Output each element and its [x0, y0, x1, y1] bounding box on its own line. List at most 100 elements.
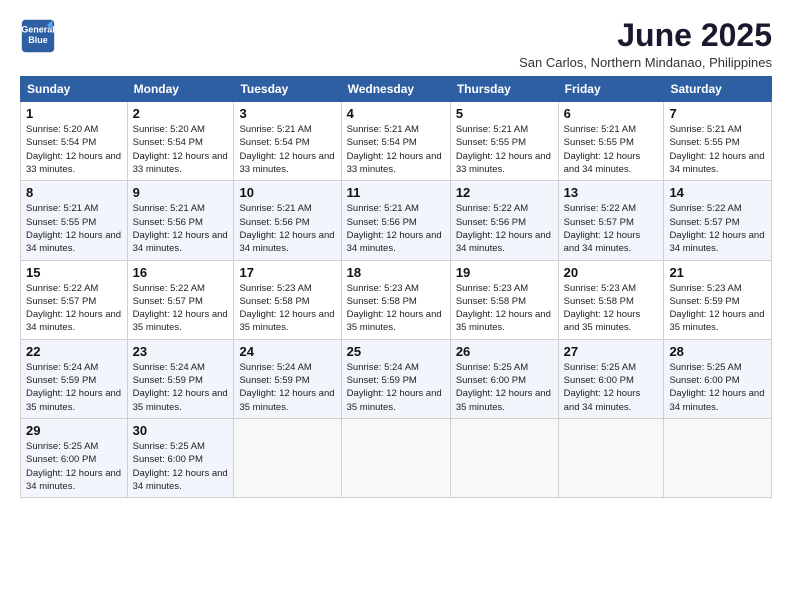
col-wednesday: Wednesday	[341, 77, 450, 102]
day-number: 1	[26, 106, 122, 121]
calendar-cell	[664, 418, 772, 497]
logo: General Blue	[20, 18, 56, 54]
calendar-cell: 13 Sunrise: 5:22 AM Sunset: 5:57 PM Dayl…	[558, 181, 664, 260]
calendar-cell: 9 Sunrise: 5:21 AM Sunset: 5:56 PM Dayli…	[127, 181, 234, 260]
calendar-cell	[558, 418, 664, 497]
day-number: 8	[26, 185, 122, 200]
col-sunday: Sunday	[21, 77, 128, 102]
day-number: 10	[239, 185, 335, 200]
header: General Blue June 2025 San Carlos, North…	[20, 18, 772, 70]
day-number: 7	[669, 106, 766, 121]
day-number: 6	[564, 106, 659, 121]
day-number: 17	[239, 265, 335, 280]
calendar-cell: 11 Sunrise: 5:21 AM Sunset: 5:56 PM Dayl…	[341, 181, 450, 260]
day-number: 28	[669, 344, 766, 359]
calendar-cell	[450, 418, 558, 497]
calendar-cell: 24 Sunrise: 5:24 AM Sunset: 5:59 PM Dayl…	[234, 339, 341, 418]
day-number: 11	[347, 185, 445, 200]
page: General Blue June 2025 San Carlos, North…	[0, 0, 792, 612]
day-info: Sunrise: 5:21 AM Sunset: 5:55 PM Dayligh…	[26, 202, 122, 255]
calendar-cell: 6 Sunrise: 5:21 AM Sunset: 5:55 PM Dayli…	[558, 102, 664, 181]
calendar-cell: 27 Sunrise: 5:25 AM Sunset: 6:00 PM Dayl…	[558, 339, 664, 418]
day-info: Sunrise: 5:24 AM Sunset: 5:59 PM Dayligh…	[26, 361, 122, 414]
day-number: 26	[456, 344, 553, 359]
day-info: Sunrise: 5:21 AM Sunset: 5:56 PM Dayligh…	[239, 202, 335, 255]
day-info: Sunrise: 5:24 AM Sunset: 5:59 PM Dayligh…	[133, 361, 229, 414]
calendar-cell: 5 Sunrise: 5:21 AM Sunset: 5:55 PM Dayli…	[450, 102, 558, 181]
day-info: Sunrise: 5:25 AM Sunset: 6:00 PM Dayligh…	[669, 361, 766, 414]
day-number: 25	[347, 344, 445, 359]
title-block: June 2025 San Carlos, Northern Mindanao,…	[519, 18, 772, 70]
calendar-week-row: 8 Sunrise: 5:21 AM Sunset: 5:55 PM Dayli…	[21, 181, 772, 260]
calendar-cell: 29 Sunrise: 5:25 AM Sunset: 6:00 PM Dayl…	[21, 418, 128, 497]
calendar-cell: 14 Sunrise: 5:22 AM Sunset: 5:57 PM Dayl…	[664, 181, 772, 260]
calendar-cell: 28 Sunrise: 5:25 AM Sunset: 6:00 PM Dayl…	[664, 339, 772, 418]
day-number: 22	[26, 344, 122, 359]
calendar-cell	[234, 418, 341, 497]
calendar-week-row: 29 Sunrise: 5:25 AM Sunset: 6:00 PM Dayl…	[21, 418, 772, 497]
day-info: Sunrise: 5:21 AM Sunset: 5:56 PM Dayligh…	[133, 202, 229, 255]
day-info: Sunrise: 5:23 AM Sunset: 5:58 PM Dayligh…	[347, 282, 445, 335]
month-title: June 2025	[519, 18, 772, 53]
day-number: 18	[347, 265, 445, 280]
day-info: Sunrise: 5:22 AM Sunset: 5:57 PM Dayligh…	[26, 282, 122, 335]
day-number: 9	[133, 185, 229, 200]
col-saturday: Saturday	[664, 77, 772, 102]
col-tuesday: Tuesday	[234, 77, 341, 102]
calendar-table: Sunday Monday Tuesday Wednesday Thursday…	[20, 76, 772, 498]
day-info: Sunrise: 5:22 AM Sunset: 5:57 PM Dayligh…	[669, 202, 766, 255]
logo-icon: General Blue	[20, 18, 56, 54]
day-info: Sunrise: 5:24 AM Sunset: 5:59 PM Dayligh…	[347, 361, 445, 414]
calendar-week-row: 15 Sunrise: 5:22 AM Sunset: 5:57 PM Dayl…	[21, 260, 772, 339]
calendar-cell: 10 Sunrise: 5:21 AM Sunset: 5:56 PM Dayl…	[234, 181, 341, 260]
day-number: 24	[239, 344, 335, 359]
calendar-cell: 3 Sunrise: 5:21 AM Sunset: 5:54 PM Dayli…	[234, 102, 341, 181]
calendar-cell: 15 Sunrise: 5:22 AM Sunset: 5:57 PM Dayl…	[21, 260, 128, 339]
day-number: 3	[239, 106, 335, 121]
day-number: 30	[133, 423, 229, 438]
day-info: Sunrise: 5:21 AM Sunset: 5:54 PM Dayligh…	[239, 123, 335, 176]
calendar-cell: 25 Sunrise: 5:24 AM Sunset: 5:59 PM Dayl…	[341, 339, 450, 418]
day-number: 12	[456, 185, 553, 200]
day-info: Sunrise: 5:23 AM Sunset: 5:58 PM Dayligh…	[456, 282, 553, 335]
day-info: Sunrise: 5:22 AM Sunset: 5:57 PM Dayligh…	[133, 282, 229, 335]
day-info: Sunrise: 5:25 AM Sunset: 6:00 PM Dayligh…	[564, 361, 659, 414]
day-info: Sunrise: 5:25 AM Sunset: 6:00 PM Dayligh…	[456, 361, 553, 414]
calendar-cell: 26 Sunrise: 5:25 AM Sunset: 6:00 PM Dayl…	[450, 339, 558, 418]
calendar-cell: 19 Sunrise: 5:23 AM Sunset: 5:58 PM Dayl…	[450, 260, 558, 339]
day-info: Sunrise: 5:23 AM Sunset: 5:58 PM Dayligh…	[564, 282, 659, 335]
day-number: 23	[133, 344, 229, 359]
calendar-cell: 2 Sunrise: 5:20 AM Sunset: 5:54 PM Dayli…	[127, 102, 234, 181]
day-number: 4	[347, 106, 445, 121]
day-info: Sunrise: 5:25 AM Sunset: 6:00 PM Dayligh…	[133, 440, 229, 493]
day-info: Sunrise: 5:23 AM Sunset: 5:58 PM Dayligh…	[239, 282, 335, 335]
day-info: Sunrise: 5:21 AM Sunset: 5:55 PM Dayligh…	[564, 123, 659, 176]
day-number: 27	[564, 344, 659, 359]
calendar-cell: 7 Sunrise: 5:21 AM Sunset: 5:55 PM Dayli…	[664, 102, 772, 181]
day-info: Sunrise: 5:21 AM Sunset: 5:55 PM Dayligh…	[669, 123, 766, 176]
calendar-cell: 22 Sunrise: 5:24 AM Sunset: 5:59 PM Dayl…	[21, 339, 128, 418]
calendar-cell: 20 Sunrise: 5:23 AM Sunset: 5:58 PM Dayl…	[558, 260, 664, 339]
calendar-cell: 30 Sunrise: 5:25 AM Sunset: 6:00 PM Dayl…	[127, 418, 234, 497]
day-info: Sunrise: 5:21 AM Sunset: 5:56 PM Dayligh…	[347, 202, 445, 255]
col-monday: Monday	[127, 77, 234, 102]
day-info: Sunrise: 5:21 AM Sunset: 5:54 PM Dayligh…	[347, 123, 445, 176]
day-info: Sunrise: 5:22 AM Sunset: 5:56 PM Dayligh…	[456, 202, 553, 255]
day-number: 29	[26, 423, 122, 438]
calendar-week-row: 1 Sunrise: 5:20 AM Sunset: 5:54 PM Dayli…	[21, 102, 772, 181]
calendar-cell: 1 Sunrise: 5:20 AM Sunset: 5:54 PM Dayli…	[21, 102, 128, 181]
svg-text:Blue: Blue	[28, 35, 48, 45]
calendar-cell: 4 Sunrise: 5:21 AM Sunset: 5:54 PM Dayli…	[341, 102, 450, 181]
day-number: 20	[564, 265, 659, 280]
day-info: Sunrise: 5:22 AM Sunset: 5:57 PM Dayligh…	[564, 202, 659, 255]
calendar-cell: 12 Sunrise: 5:22 AM Sunset: 5:56 PM Dayl…	[450, 181, 558, 260]
calendar-cell: 23 Sunrise: 5:24 AM Sunset: 5:59 PM Dayl…	[127, 339, 234, 418]
day-info: Sunrise: 5:20 AM Sunset: 5:54 PM Dayligh…	[26, 123, 122, 176]
day-number: 15	[26, 265, 122, 280]
calendar-cell: 18 Sunrise: 5:23 AM Sunset: 5:58 PM Dayl…	[341, 260, 450, 339]
day-info: Sunrise: 5:25 AM Sunset: 6:00 PM Dayligh…	[26, 440, 122, 493]
day-number: 16	[133, 265, 229, 280]
day-info: Sunrise: 5:20 AM Sunset: 5:54 PM Dayligh…	[133, 123, 229, 176]
day-info: Sunrise: 5:21 AM Sunset: 5:55 PM Dayligh…	[456, 123, 553, 176]
calendar-cell: 21 Sunrise: 5:23 AM Sunset: 5:59 PM Dayl…	[664, 260, 772, 339]
